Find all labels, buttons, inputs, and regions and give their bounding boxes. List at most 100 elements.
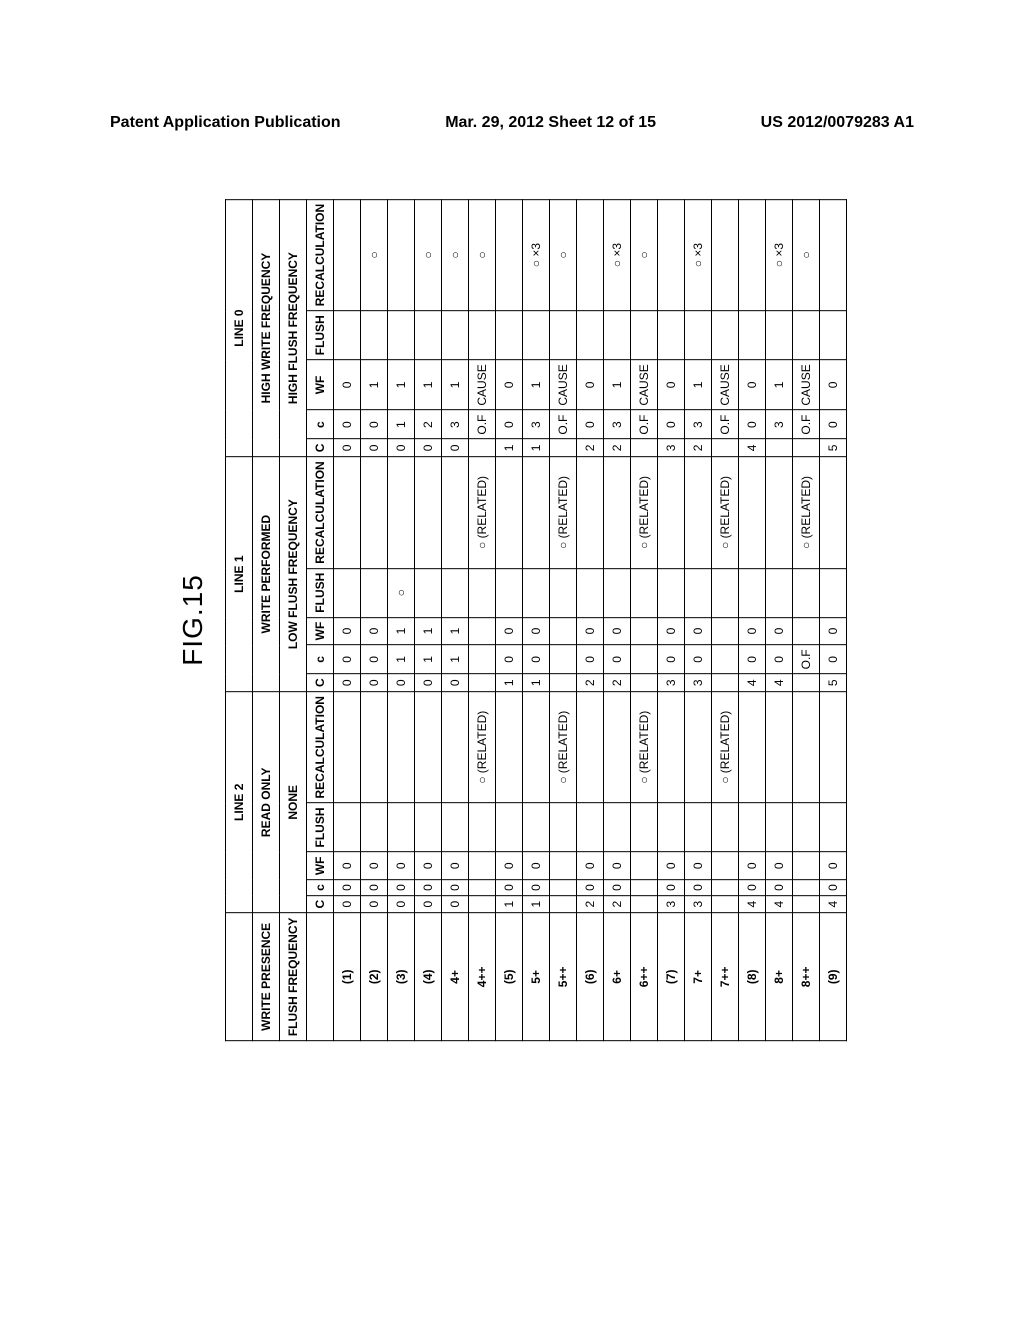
cell-l0-FL (469, 311, 496, 360)
cell-l0-FL (712, 311, 739, 360)
cell-l1-RC: ○ (RELATED) (793, 457, 820, 568)
cell-l1-c: 0 (766, 645, 793, 674)
cell-l2-RC (685, 692, 712, 803)
table-row: 8++O.F○ (RELATED)O.FCAUSE○ (793, 199, 820, 1040)
cell-l0-C (793, 439, 820, 457)
cell-l1-c: 0 (496, 645, 523, 674)
cell-l0-RC: ○ (793, 199, 820, 310)
cell-l1-WF: 0 (658, 617, 685, 645)
cell-l1-FL (496, 568, 523, 617)
cell-l2-FL (442, 803, 469, 852)
cell-l0-C (550, 439, 577, 457)
cell-l1-FL (415, 568, 442, 617)
cell-l0-RC: ○ (631, 199, 658, 310)
cell-l1-c: 1 (415, 645, 442, 674)
ff-line2: NONE (280, 692, 307, 913)
cell-l0-RC: ○ ×3 (604, 199, 631, 310)
table-row: 5++○ (RELATED)○ (RELATED)O.FCAUSE○ (550, 199, 577, 1040)
cell-l1-C (793, 674, 820, 692)
cell-l1-WF (469, 617, 496, 645)
cell-l2-WF: 0 (685, 852, 712, 880)
cell-l1-C (469, 674, 496, 692)
cell-l1-WF: 1 (415, 617, 442, 645)
cell-l0-WF: 1 (766, 360, 793, 410)
cell-l1-C (550, 674, 577, 692)
cell-l0-c: O.F (469, 410, 496, 439)
cell-l0-c: 0 (739, 410, 766, 439)
cell-l1-RC (739, 457, 766, 568)
cell-l2-WF (712, 852, 739, 880)
cell-l2-FL (550, 803, 577, 852)
fig15-table: LINE 2 LINE 1 LINE 0 WRITE PRESENCE READ… (225, 199, 847, 1041)
col-l2-FL: FLUSH (307, 803, 334, 852)
cell-l0-WF: CAUSE (793, 360, 820, 410)
cell-l2-FL (820, 803, 847, 852)
cell-l0-c: O.F (550, 410, 577, 439)
cell-l2-RC (793, 692, 820, 803)
cell-l2-RC (577, 692, 604, 803)
cell-l1-C: 0 (361, 674, 388, 692)
col-l2-WF: WF (307, 852, 334, 880)
cell-l1-C: 0 (388, 674, 415, 692)
cell-l1-WF (793, 617, 820, 645)
col-l0-WF: WF (307, 360, 334, 410)
cell-l0-WF: 0 (577, 360, 604, 410)
cell-l2-WF (469, 852, 496, 880)
col-l1-C: C (307, 674, 334, 692)
cell-l0-RC: ○ (550, 199, 577, 310)
cell-l0-WF: CAUSE (712, 360, 739, 410)
row-label: 6++ (631, 913, 658, 1041)
cell-l2-FL (631, 803, 658, 852)
table-row: 8+40040031○ ×3 (766, 199, 793, 1040)
cell-l0-FL (415, 311, 442, 360)
col-l2-C: C (307, 895, 334, 913)
cell-l1-RC (766, 457, 793, 568)
cell-l2-WF: 0 (334, 852, 361, 880)
cell-l1-FL (469, 568, 496, 617)
cell-l2-RC (820, 692, 847, 803)
cell-l1-RC: ○ (RELATED) (631, 457, 658, 568)
cell-l0-WF: CAUSE (469, 360, 496, 410)
cell-l1-RC (658, 457, 685, 568)
cell-l0-WF: 0 (820, 360, 847, 410)
cell-l0-C: 0 (415, 439, 442, 457)
cell-l1-RC (523, 457, 550, 568)
cell-l2-c: 0 (685, 880, 712, 896)
cell-l0-WF: 1 (604, 360, 631, 410)
cell-l0-c: 1 (388, 410, 415, 439)
col-l1-c: c (307, 645, 334, 674)
cell-l0-FL (766, 311, 793, 360)
cell-l2-WF: 0 (604, 852, 631, 880)
cell-l0-FL (820, 311, 847, 360)
cell-l2-RC (415, 692, 442, 803)
cell-l1-RC (361, 457, 388, 568)
header-left: Patent Application Publication (110, 114, 341, 132)
cell-l0-FL (604, 311, 631, 360)
cell-l1-C: 0 (442, 674, 469, 692)
cell-l0-RC (712, 199, 739, 310)
cell-l2-FL (523, 803, 550, 852)
row-label: 4++ (469, 913, 496, 1041)
cell-l2-C (712, 895, 739, 913)
cell-l0-c: 0 (334, 410, 361, 439)
hdr-line0: LINE 0 (226, 199, 253, 456)
cell-l0-RC: ○ (361, 199, 388, 310)
cell-l2-c (550, 880, 577, 896)
cell-l2-FL (712, 803, 739, 852)
cell-l1-FL (766, 568, 793, 617)
cell-l0-FL (550, 311, 577, 360)
header-right: US 2012/0079283 A1 (761, 114, 914, 132)
cell-l1-FL (604, 568, 631, 617)
col-l0-C: C (307, 439, 334, 457)
cell-l0-FL (658, 311, 685, 360)
table-row: (1)000000000 (334, 199, 361, 1040)
cell-l0-WF: 0 (658, 360, 685, 410)
cell-l2-WF (550, 852, 577, 880)
cell-l2-RC: ○ (RELATED) (631, 692, 658, 803)
cell-l0-C (469, 439, 496, 457)
row-label: (4) (415, 913, 442, 1041)
cell-l0-WF: 0 (739, 360, 766, 410)
cell-l2-c: 0 (415, 880, 442, 896)
cell-l2-RC (334, 692, 361, 803)
cell-l2-C (631, 895, 658, 913)
